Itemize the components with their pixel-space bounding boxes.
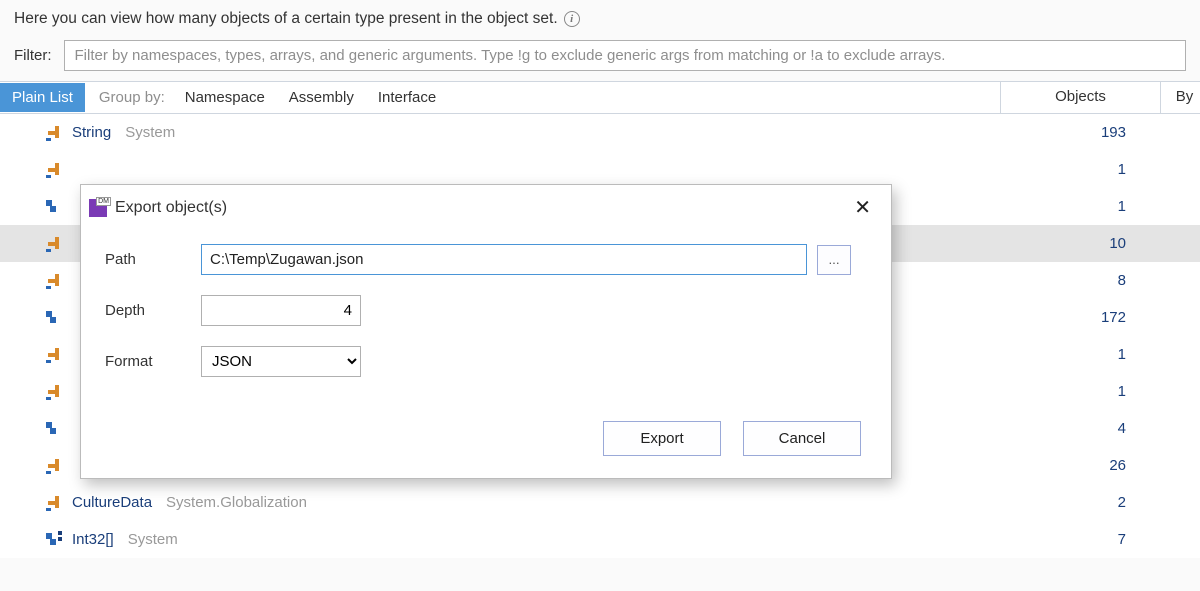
type-icon [46,309,64,327]
row-objects-count[interactable]: 7 [1000,531,1160,548]
row-objects-count[interactable]: 1 [1000,161,1160,178]
row-main: Int32[] System [0,531,1000,549]
dialog-titlebar: Export object(s) ✕ [81,185,891,238]
type-icon [46,420,64,438]
page-description: Here you can view how many objects of a … [0,0,1200,36]
depth-row: Depth [105,295,867,326]
toolbar-left: Plain List Group by: Namespace Assembly … [0,82,1000,113]
filter-row: Filter: [0,36,1200,81]
app-icon [89,199,107,217]
row-objects-count[interactable]: 172 [1000,309,1160,326]
table-row[interactable]: String System 193 [0,114,1200,151]
type-icon [46,531,64,549]
format-select[interactable]: JSON [201,346,361,377]
tab-namespace[interactable]: Namespace [173,83,277,112]
type-icon [46,272,64,290]
dialog-buttons: Export Cancel [81,407,891,478]
type-icon [46,124,64,142]
path-label: Path [105,251,201,268]
tab-assembly[interactable]: Assembly [277,83,366,112]
type-name: String [72,124,111,141]
type-icon [46,198,64,216]
depth-input[interactable] [201,295,361,326]
toolbar: Plain List Group by: Namespace Assembly … [0,81,1200,114]
type-icon [46,457,64,475]
row-objects-count[interactable]: 26 [1000,457,1160,474]
table-row[interactable]: Int32[] System 7 [0,521,1200,558]
row-objects-count[interactable]: 1 [1000,383,1160,400]
row-objects-count[interactable]: 1 [1000,346,1160,363]
export-button[interactable]: Export [603,421,721,456]
type-icon [46,161,64,179]
row-objects-count[interactable]: 4 [1000,420,1160,437]
format-row: Format JSON [105,346,867,377]
path-row: Path ... [105,244,867,275]
table-row[interactable]: CultureData System.Globalization 2 [0,484,1200,521]
row-objects-count[interactable]: 1 [1000,198,1160,215]
format-label: Format [105,353,201,370]
path-input[interactable] [201,244,807,275]
type-icon [46,346,64,364]
info-icon[interactable]: i [564,11,580,27]
row-main [0,161,1000,179]
tab-interface[interactable]: Interface [366,83,448,112]
export-dialog: Export object(s) ✕ Path ... Depth Format… [80,184,892,479]
type-namespace: System.Globalization [166,494,307,511]
browse-button[interactable]: ... [817,245,851,275]
type-icon [46,383,64,401]
row-main: CultureData System.Globalization [0,494,1000,512]
description-text: Here you can view how many objects of a … [14,10,558,28]
type-namespace: System [128,531,178,548]
close-icon[interactable]: ✕ [846,193,879,222]
group-by-label: Group by: [91,83,173,112]
depth-label: Depth [105,302,201,319]
cancel-button[interactable]: Cancel [743,421,861,456]
table-row[interactable]: 1 [0,151,1200,188]
row-objects-count[interactable]: 8 [1000,272,1160,289]
type-namespace: System [125,124,175,141]
row-objects-count[interactable]: 2 [1000,494,1160,511]
type-name: CultureData [72,494,152,511]
type-name: Int32[] [72,531,114,548]
type-icon [46,494,64,512]
row-objects-count[interactable]: 10 [1000,235,1160,252]
type-icon [46,235,64,253]
row-main: String System [0,124,1000,142]
filter-label: Filter: [14,47,52,64]
dialog-title: Export object(s) [115,199,838,217]
tab-plain-list[interactable]: Plain List [0,83,85,112]
row-objects-count[interactable]: 193 [1000,124,1160,141]
column-header-bytes[interactable]: By [1160,82,1200,113]
dialog-body: Path ... Depth Format JSON [81,238,891,407]
filter-input[interactable] [64,40,1187,71]
column-header-objects[interactable]: Objects [1000,82,1160,113]
